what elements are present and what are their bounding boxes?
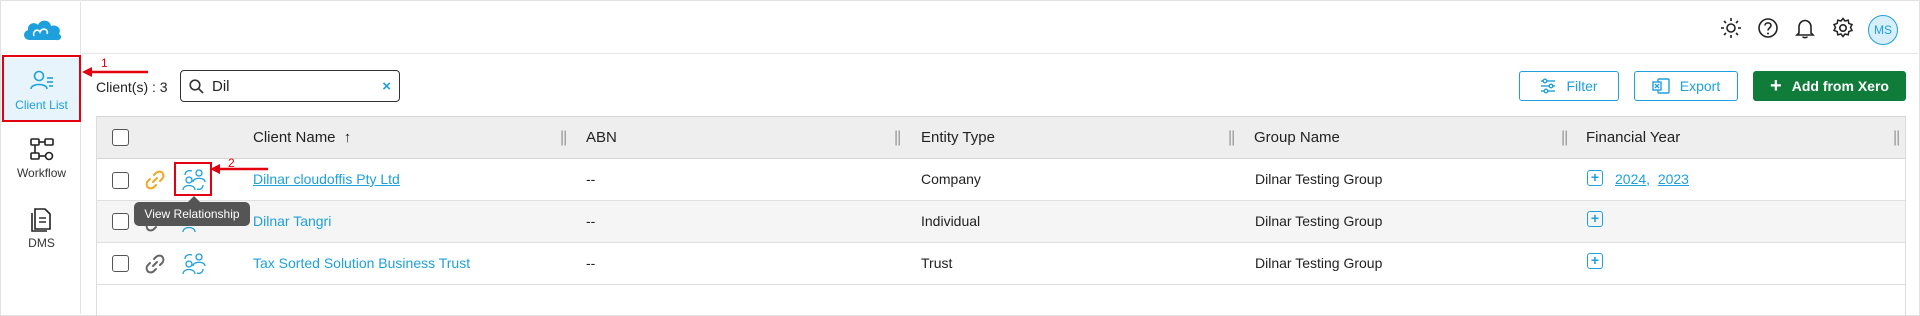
link-icon[interactable] xyxy=(145,254,165,274)
sort-ascending-icon: ↑ xyxy=(343,129,352,146)
help-icon[interactable] xyxy=(1755,15,1781,41)
table-row[interactable]: Dilnar Tangri -- Individual Dilnar Testi… xyxy=(97,201,1905,243)
column-resize-handle[interactable]: || xyxy=(1561,129,1568,147)
cloudoffis-logo-icon[interactable] xyxy=(20,16,64,44)
group-name-cell: Dilnar Testing Group xyxy=(1255,255,1383,271)
filter-sliders-icon xyxy=(1541,78,1556,94)
sidebar: Client List Workflow DMS xyxy=(2,2,81,314)
entity-type-cell: Individual xyxy=(921,213,981,229)
search-box[interactable]: × xyxy=(180,70,400,102)
annotation-highlight-box xyxy=(2,55,81,122)
view-relationship-icon[interactable] xyxy=(181,252,207,276)
filter-label: Filter xyxy=(1566,78,1598,94)
table-row[interactable]: Tax Sorted Solution Business Trust -- Tr… xyxy=(97,243,1905,285)
search-icon xyxy=(189,78,204,94)
client-count: Client(s) : 3 xyxy=(96,79,168,95)
client-name-link[interactable]: Tax Sorted Solution Business Trust xyxy=(253,255,470,271)
annotation-highlight-box xyxy=(174,162,212,196)
annotation-step-number: 1 xyxy=(101,56,108,70)
column-resize-handle[interactable]: || xyxy=(894,129,901,147)
annotation-arrow-icon xyxy=(210,164,268,174)
column-header-financial-year[interactable]: Financial Year xyxy=(1586,129,1680,146)
client-name-link[interactable]: Dilnar cloudoffis Pty Ltd xyxy=(253,171,400,187)
add-from-xero-button[interactable]: + Add from Xero xyxy=(1753,71,1906,101)
entity-type-cell: Company xyxy=(921,171,981,187)
theme-sun-icon[interactable] xyxy=(1718,15,1744,41)
column-resize-handle[interactable]: || xyxy=(1228,129,1235,147)
financial-year-list: 2024, 2023 xyxy=(1615,171,1689,187)
sidebar-item-label: Workflow xyxy=(16,166,67,180)
add-financial-year-icon[interactable]: + xyxy=(1587,211,1603,227)
row-checkbox[interactable] xyxy=(112,255,129,272)
column-header-client-name[interactable]: Client Name ↑ xyxy=(253,129,351,146)
annotation-arrow-icon xyxy=(82,67,148,77)
filter-button[interactable]: Filter xyxy=(1519,71,1619,101)
clear-search-icon[interactable]: × xyxy=(382,78,391,95)
export-button[interactable]: Export xyxy=(1634,71,1738,101)
column-header-abn[interactable]: ABN xyxy=(586,129,617,146)
abn-cell: -- xyxy=(586,255,596,271)
table-header: Client Name ↑ || ABN || Entity Type || G… xyxy=(97,116,1905,159)
search-input[interactable] xyxy=(212,77,372,95)
financial-year-link[interactable]: 2024 xyxy=(1615,171,1646,187)
sidebar-item-workflow[interactable]: Workflow xyxy=(2,126,81,190)
table-row[interactable]: Dilnar cloudoffis Pty Ltd -- Company Dil… xyxy=(97,159,1905,201)
abn-cell: -- xyxy=(586,213,596,229)
link-icon[interactable] xyxy=(145,170,165,190)
entity-type-cell: Trust xyxy=(921,255,953,271)
workflow-icon xyxy=(29,138,54,161)
add-financial-year-icon[interactable]: + xyxy=(1587,170,1603,186)
settings-gear-icon[interactable] xyxy=(1830,15,1856,41)
row-checkbox[interactable] xyxy=(112,213,129,230)
column-resize-handle[interactable]: || xyxy=(560,129,567,147)
sidebar-item-dms[interactable]: DMS xyxy=(2,196,81,260)
client-table: Client Name ↑ || ABN || Entity Type || G… xyxy=(96,116,1906,316)
notification-bell-icon[interactable] xyxy=(1792,15,1818,41)
financial-year-link[interactable]: 2023 xyxy=(1658,171,1689,187)
abn-cell: -- xyxy=(586,171,596,187)
row-checkbox[interactable] xyxy=(112,172,129,189)
select-all-checkbox[interactable] xyxy=(112,129,129,146)
top-bar: MS xyxy=(82,2,1918,54)
export-excel-icon xyxy=(1652,78,1670,94)
annotation-step-number: 2 xyxy=(228,156,235,170)
column-header-group-name[interactable]: Group Name xyxy=(1254,129,1340,146)
plus-icon: + xyxy=(1770,75,1782,97)
add-from-xero-label: Add from Xero xyxy=(1791,78,1889,94)
avatar[interactable]: MS xyxy=(1868,15,1898,45)
sidebar-item-label: DMS xyxy=(28,236,55,250)
group-name-cell: Dilnar Testing Group xyxy=(1255,213,1383,229)
dms-icon xyxy=(30,208,51,232)
view-relationship-tooltip: View Relationship xyxy=(134,196,250,226)
client-name-link[interactable]: Dilnar Tangri xyxy=(253,213,331,229)
column-resize-handle[interactable]: || xyxy=(1893,129,1900,147)
export-label: Export xyxy=(1679,78,1721,94)
add-financial-year-icon[interactable]: + xyxy=(1587,253,1603,269)
column-header-entity-type[interactable]: Entity Type xyxy=(921,129,995,146)
group-name-cell: Dilnar Testing Group xyxy=(1255,171,1383,187)
